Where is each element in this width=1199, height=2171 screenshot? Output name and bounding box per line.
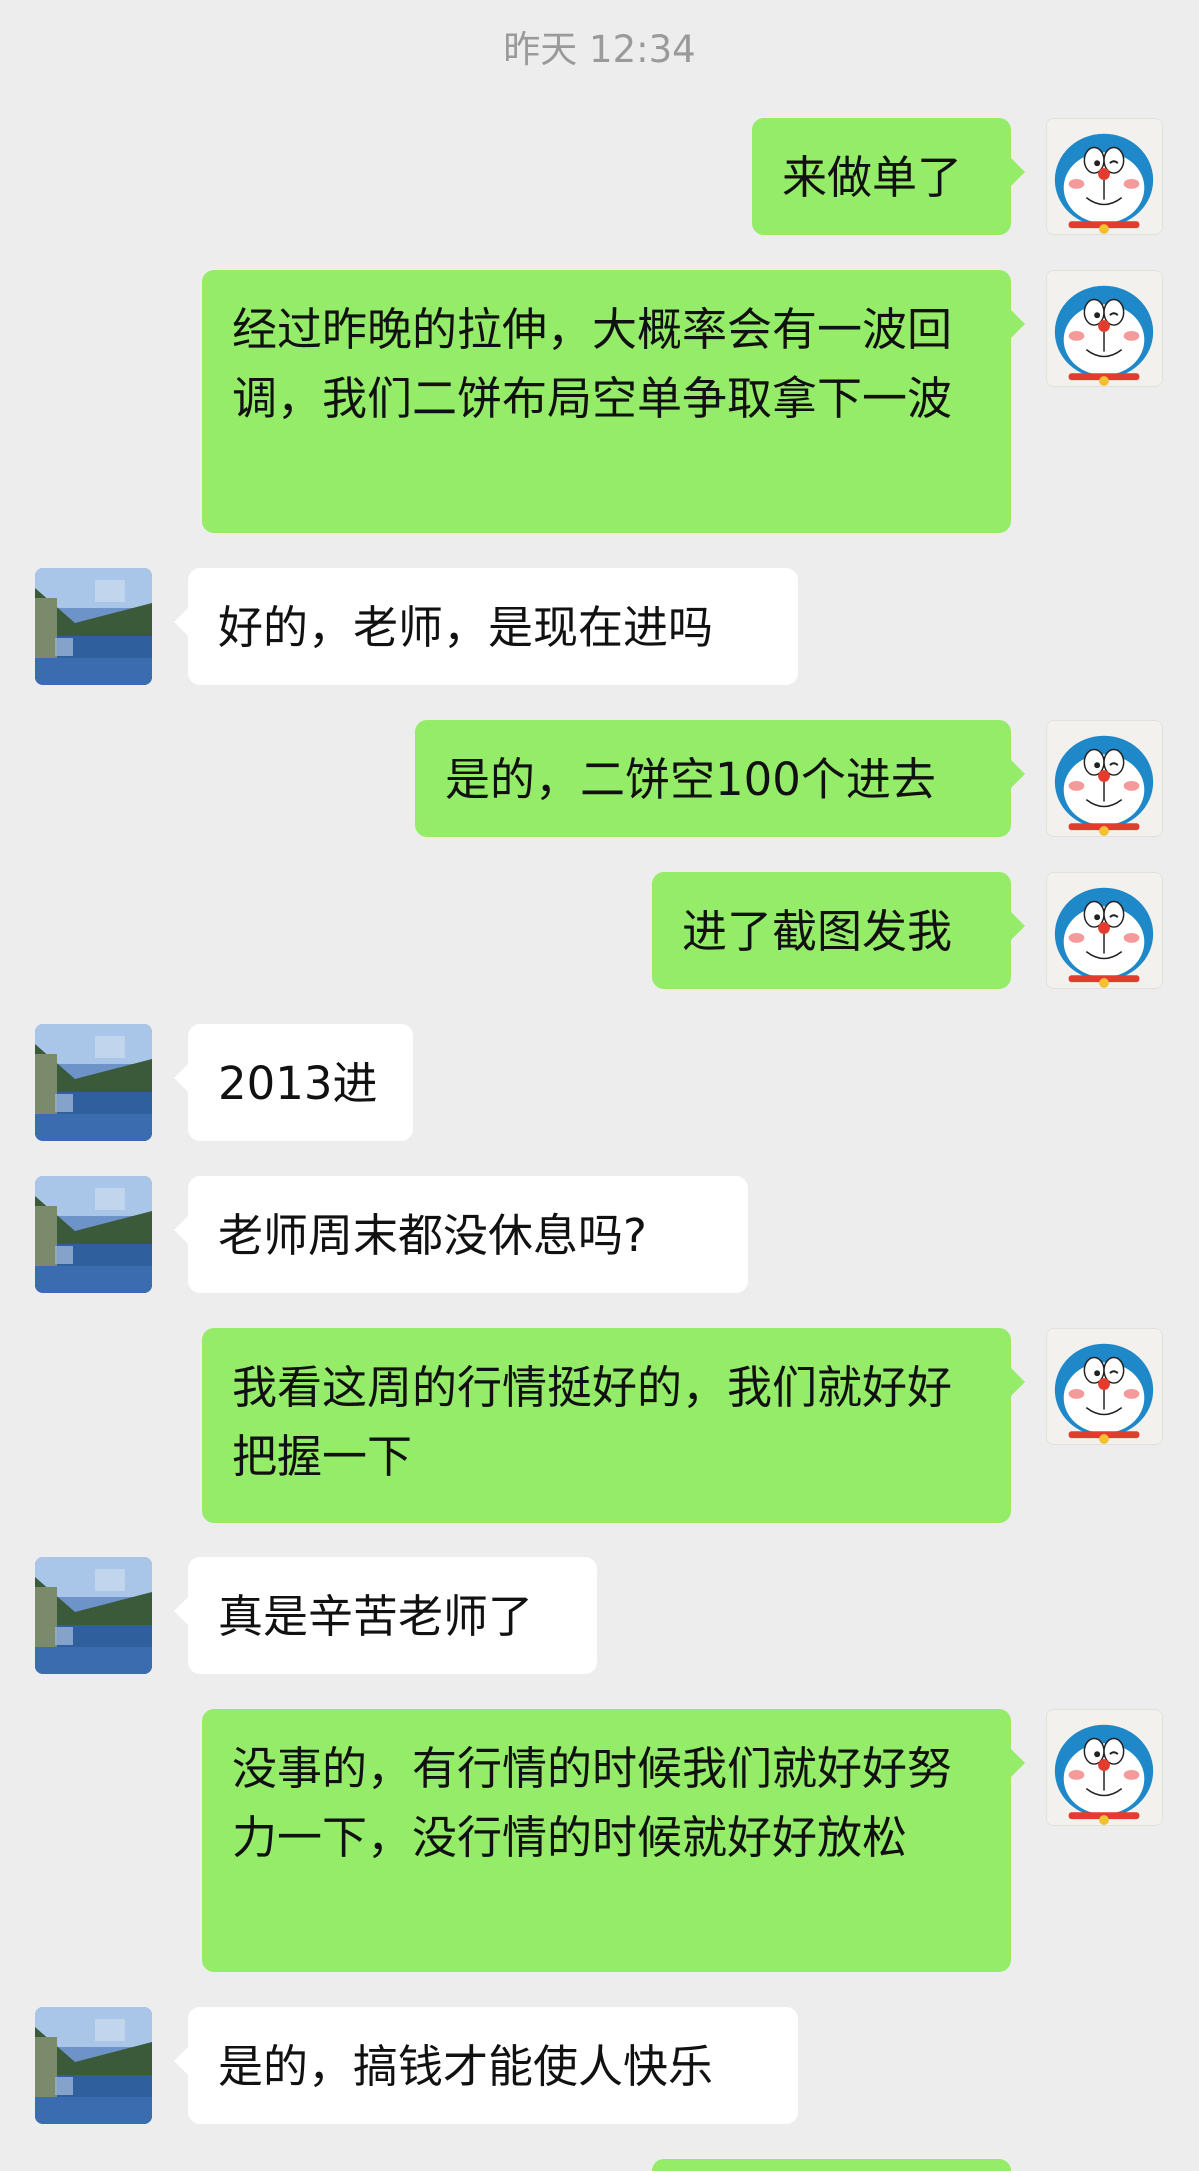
lake-landscape-avatar-icon[interactable] (35, 1024, 152, 1141)
message-bubble-self-partial[interactable] (652, 2159, 1011, 2171)
message-text: 真是辛苦老师了 (218, 1590, 534, 1643)
lake-landscape-avatar-icon[interactable] (35, 1176, 152, 1293)
doraemon-avatar-icon[interactable] (1046, 1328, 1163, 1445)
message-text: 进了截图发我 (682, 905, 953, 958)
message-bubble-peer[interactable]: 2013进 (174, 1024, 413, 1141)
doraemon-avatar-icon[interactable] (1046, 1709, 1163, 1826)
message-text: 老师周末都没休息吗? (218, 1209, 647, 1262)
doraemon-avatar-icon[interactable] (1046, 118, 1163, 235)
message-text: 没事的，有行情的时候我们就好好努力一下，没行情的时候就好好放松 (232, 1742, 953, 1864)
chat-screen: 昨天 12:34 来做单了 经过昨晚的拉伸，大概率会有一波回调，我们二饼布局空单… (0, 0, 1199, 2171)
lake-landscape-avatar-icon[interactable] (35, 1557, 152, 1674)
message-text: 是的，二饼空100个进去 (445, 753, 936, 806)
message-text: 经过昨晚的拉伸，大概率会有一波回调，我们二饼布局空单争取拿下一波 (232, 303, 953, 425)
message-bubble-peer[interactable]: 好的，老师，是现在进吗 (174, 568, 798, 685)
message-bubble-peer[interactable]: 老师周末都没休息吗? (174, 1176, 748, 1293)
message-bubble-self[interactable]: 经过昨晚的拉伸，大概率会有一波回调，我们二饼布局空单争取拿下一波 (202, 270, 1025, 533)
message-bubble-self[interactable]: 进了截图发我 (652, 872, 1025, 989)
doraemon-avatar-icon[interactable] (1046, 872, 1163, 989)
message-bubble-self[interactable]: 是的，二饼空100个进去 (415, 720, 1025, 837)
message-bubble-self[interactable]: 来做单了 (752, 118, 1025, 235)
lake-landscape-avatar-icon[interactable] (35, 568, 152, 685)
message-bubble-self[interactable]: 我看这周的行情挺好的，我们就好好把握一下 (202, 1328, 1025, 1523)
message-bubble-self[interactable]: 没事的，有行情的时候我们就好好努力一下，没行情的时候就好好放松 (202, 1709, 1025, 1972)
message-bubble-peer[interactable]: 真是辛苦老师了 (174, 1557, 597, 1674)
message-text: 来做单了 (782, 151, 963, 204)
message-text: 我看这周的行情挺好的，我们就好好把握一下 (232, 1361, 953, 1483)
message-bubble-peer[interactable]: 是的，搞钱才能使人快乐 (174, 2007, 798, 2124)
message-text: 2013进 (218, 1057, 378, 1110)
message-text: 好的，老师，是现在进吗 (218, 601, 714, 654)
doraemon-avatar-icon[interactable] (1046, 720, 1163, 837)
doraemon-avatar-icon[interactable] (1046, 270, 1163, 387)
message-text: 是的，搞钱才能使人快乐 (218, 2040, 714, 2093)
lake-landscape-avatar-icon[interactable] (35, 2007, 152, 2124)
chat-timestamp: 昨天 12:34 (503, 28, 696, 71)
